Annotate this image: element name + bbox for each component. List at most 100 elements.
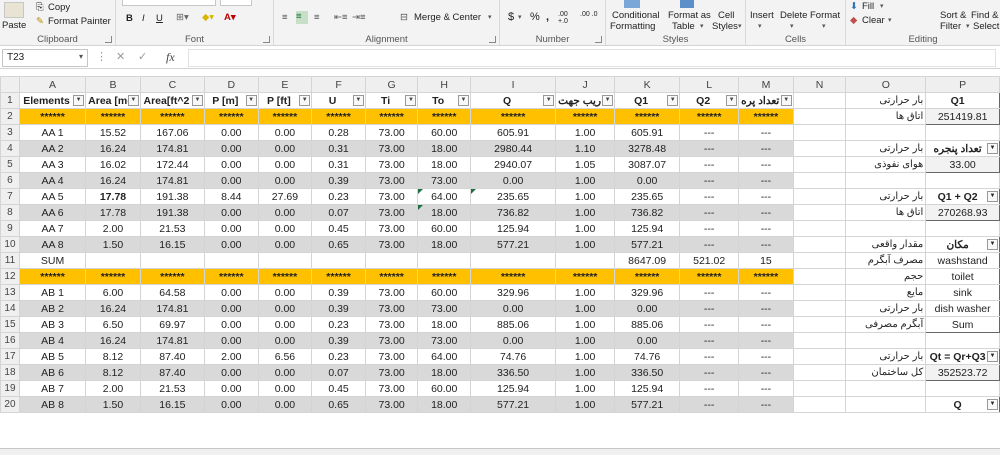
row-header[interactable]: 20 (0, 396, 20, 413)
cell-h17[interactable]: 64.00 (417, 348, 471, 365)
side-label-o4[interactable]: بار حرارتی (845, 140, 927, 157)
column-header-i[interactable]: I (469, 76, 557, 93)
cell-b15[interactable]: 6.50 (85, 316, 141, 333)
cell-f3[interactable]: 0.28 (311, 124, 366, 141)
column-header-d[interactable]: D (203, 76, 259, 93)
cell-d5[interactable]: 0.00 (203, 156, 259, 173)
cell-a9[interactable]: AA 7 (18, 220, 87, 237)
cell-i5[interactable]: 2940.07 (469, 156, 557, 173)
cell-j20[interactable]: 1.00 (555, 396, 616, 413)
cell-b4[interactable]: 16.24 (85, 140, 141, 157)
cell-g2[interactable]: ****** (364, 108, 419, 125)
column-title-d[interactable]: P [m] ▼ (203, 92, 259, 109)
fill-icon[interactable]: ⬇ (850, 1, 858, 12)
cell-c9[interactable]: 21.53 (139, 220, 205, 237)
cell-h15[interactable]: 18.00 (417, 316, 471, 333)
cell-e20[interactable]: 0.00 (257, 396, 313, 413)
cell-a20[interactable]: AB 8 (18, 396, 87, 413)
cell-h10[interactable]: 18.00 (417, 236, 471, 253)
cell-n17[interactable] (792, 348, 847, 365)
cell-f15[interactable]: 0.23 (311, 316, 366, 333)
cell-d12[interactable]: ****** (203, 268, 259, 285)
clipboard-launcher-icon[interactable] (105, 36, 112, 43)
cancel-icon[interactable]: ✕ (116, 50, 125, 63)
side-value-p1[interactable]: Q1 (925, 92, 1000, 109)
cell-g20[interactable]: 73.00 (364, 396, 419, 413)
side-label-o13[interactable]: مایع (845, 284, 927, 301)
cell-k15[interactable]: 885.06 (614, 316, 681, 333)
filter-dropdown-icon[interactable]: ▼ (543, 95, 555, 106)
cell-i15[interactable]: 885.06 (469, 316, 557, 333)
side-value-p12[interactable]: toilet (925, 268, 1000, 285)
cell-h6[interactable]: 73.00 (417, 172, 471, 189)
side-value-p10[interactable]: مکان ▼ (925, 236, 1000, 253)
cell-g16[interactable]: 73.00 (364, 332, 419, 349)
cell-j14[interactable]: 1.00 (555, 300, 616, 317)
cell-j7[interactable]: 1.00 (555, 188, 616, 205)
side-label-o11[interactable]: مصرف آبگرم (845, 252, 927, 269)
cell-b11[interactable] (85, 252, 141, 269)
cell-k9[interactable]: 125.94 (614, 220, 681, 237)
cell-a11[interactable]: SUM (18, 252, 87, 269)
filter-dropdown-icon[interactable]: ▼ (191, 95, 203, 106)
cell-k10[interactable]: 577.21 (614, 236, 681, 253)
cell-c8[interactable]: 191.38 (139, 204, 205, 221)
cell-n9[interactable] (792, 220, 847, 237)
cell-h18[interactable]: 18.00 (417, 364, 471, 381)
cell-n12[interactable] (792, 268, 847, 285)
filter-dropdown-icon[interactable]: ▼ (73, 95, 85, 106)
cell-a4[interactable]: AA 2 (18, 140, 87, 157)
cell-m3[interactable]: --- (738, 124, 794, 141)
font-name-dropdown[interactable] (122, 0, 216, 6)
find-select-label-2[interactable]: Select (973, 21, 999, 32)
cell-l10[interactable]: --- (679, 236, 740, 253)
cell-e19[interactable]: 0.00 (257, 380, 313, 397)
cell-h13[interactable]: 60.00 (417, 284, 471, 301)
cell-k2[interactable]: ****** (614, 108, 681, 125)
cell-g15[interactable]: 73.00 (364, 316, 419, 333)
cell-i10[interactable]: 577.21 (469, 236, 557, 253)
cell-i6[interactable]: 0.00 (469, 172, 557, 189)
cell-j12[interactable]: ****** (555, 268, 616, 285)
alignment-launcher-icon[interactable] (489, 36, 496, 43)
cell-j5[interactable]: 1.05 (555, 156, 616, 173)
name-box-dropdown-icon[interactable]: ▾ (79, 52, 83, 61)
cell-d11[interactable] (203, 252, 259, 269)
side-label-o7[interactable]: بار حرارتی (845, 188, 927, 205)
cell-c13[interactable]: 64.58 (139, 284, 205, 301)
cell-m7[interactable]: --- (738, 188, 794, 205)
cell-l7[interactable]: --- (679, 188, 740, 205)
cell-l17[interactable]: --- (679, 348, 740, 365)
cell-l3[interactable]: --- (679, 124, 740, 141)
cell-d19[interactable]: 0.00 (203, 380, 259, 397)
side-value-p9[interactable] (925, 220, 1000, 237)
cell-g17[interactable]: 73.00 (364, 348, 419, 365)
row-header[interactable]: 3 (0, 124, 20, 141)
column-header-m[interactable]: M (738, 76, 794, 93)
cell-k17[interactable]: 74.76 (614, 348, 681, 365)
cell-a14[interactable]: AB 2 (18, 300, 87, 317)
side-value-p11[interactable]: washstand (925, 252, 1000, 269)
cell-b20[interactable]: 1.50 (85, 396, 141, 413)
cell-h2[interactable]: ****** (417, 108, 471, 125)
cell-g11[interactable] (364, 252, 419, 269)
cell-j3[interactable]: 1.00 (555, 124, 616, 141)
cell-f19[interactable]: 0.45 (311, 380, 366, 397)
cell-a3[interactable]: AA 1 (18, 124, 87, 141)
column-header-k[interactable]: K (614, 76, 681, 93)
cell-f7[interactable]: 0.23 (311, 188, 366, 205)
cell-k8[interactable]: 736.82 (614, 204, 681, 221)
cell-f5[interactable]: 0.31 (311, 156, 366, 173)
cell-g7[interactable]: 73.00 (364, 188, 419, 205)
column-header-g[interactable]: G (364, 76, 419, 93)
cell-h7[interactable]: 64.00 (417, 188, 471, 205)
side-value-p15[interactable]: Sum (925, 316, 1000, 333)
cell-k18[interactable]: 336.50 (614, 364, 681, 381)
cell-m6[interactable]: --- (738, 172, 794, 189)
cell-a6[interactable]: AA 4 (18, 172, 87, 189)
cell-j18[interactable]: 1.00 (555, 364, 616, 381)
cell-j6[interactable]: 1.00 (555, 172, 616, 189)
cell-n14[interactable] (792, 300, 847, 317)
cell-d10[interactable]: 0.00 (203, 236, 259, 253)
cell-n10[interactable] (792, 236, 847, 253)
